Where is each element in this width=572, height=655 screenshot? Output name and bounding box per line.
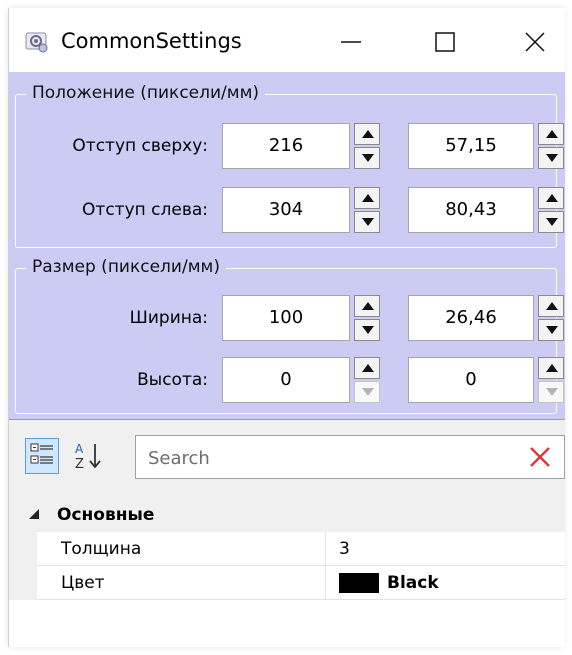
top-offset-mm-up-button[interactable] [538, 123, 564, 145]
category-row[interactable]: Основные [9, 498, 565, 532]
height-label: Высота: [137, 370, 208, 390]
left-offset-pixels-input[interactable]: 304 [222, 187, 350, 233]
left-offset-mm-input[interactable]: 80,43 [408, 187, 534, 233]
arrow-up-icon [362, 364, 374, 372]
height-pixels-down-button[interactable] [354, 381, 380, 403]
height-mm-spinner [538, 357, 564, 403]
width-pixels-spinner [354, 295, 380, 341]
left-offset-pixels-spinner [354, 187, 380, 233]
svg-text:Z: Z [75, 457, 84, 472]
width-label: Ширина: [129, 308, 208, 328]
gear-app-icon [25, 30, 49, 54]
height-mm-down-button[interactable] [538, 381, 564, 403]
maximize-button[interactable] [415, 20, 475, 64]
width-pixels-down-button[interactable] [354, 319, 380, 341]
arrow-up-icon [362, 194, 374, 202]
arrow-down-icon [546, 388, 558, 396]
categorized-view-button[interactable] [25, 438, 59, 474]
left-offset-label: Отступ слева: [82, 200, 208, 220]
arrow-up-icon [362, 130, 374, 138]
arrow-down-icon [362, 326, 374, 334]
width-mm-up-button[interactable] [538, 295, 564, 317]
arrow-down-icon [362, 218, 374, 226]
arrow-up-icon [362, 302, 374, 310]
top-offset-pixels-down-button[interactable] [354, 147, 380, 169]
search-box [135, 435, 565, 479]
left-offset-pixels-down-button[interactable] [354, 211, 380, 233]
arrow-up-icon [546, 194, 558, 202]
arrow-down-icon [362, 388, 374, 396]
property-grid-gutter [9, 532, 37, 600]
property-value[interactable]: 3 [339, 537, 350, 561]
arrow-up-icon [546, 130, 558, 138]
settings-panel: Положение (пиксели/мм) Отступ сверху: 21… [9, 72, 565, 420]
width-pixels-input[interactable]: 100 [222, 295, 350, 341]
arrow-up-icon [546, 302, 558, 310]
property-name: Цвет [61, 573, 105, 593]
title-bar[interactable]: CommonSettings [9, 8, 565, 72]
color-swatch [339, 573, 379, 593]
top-offset-label: Отступ сверху: [72, 136, 208, 156]
search-input[interactable] [146, 442, 520, 474]
window-title: CommonSettings [61, 29, 242, 53]
width-mm-down-button[interactable] [538, 319, 564, 341]
close-icon [525, 32, 545, 52]
sort-az-icon: A Z [75, 442, 101, 472]
position-group-legend: Положение (пиксели/мм) [26, 81, 266, 105]
position-group: Положение (пиксели/мм) Отступ сверху: 21… [15, 81, 564, 248]
alphabetical-sort-button[interactable]: A Z [69, 438, 109, 474]
clear-search-icon[interactable] [528, 445, 552, 469]
common-settings-window: CommonSettings Положение (пиксели/мм) От… [8, 8, 565, 647]
property-grid: Основные Толщина 3 Цвет Black [9, 498, 565, 647]
property-grid-toolbar: A Z [9, 420, 565, 498]
top-offset-mm-spinner [538, 123, 564, 169]
size-group-legend: Размер (пиксели/мм) [26, 255, 226, 279]
category-label: Основные [57, 505, 155, 525]
arrow-down-icon [546, 326, 558, 334]
arrow-down-icon [546, 154, 558, 162]
property-row-thickness[interactable]: Толщина 3 [37, 532, 565, 566]
height-mm-up-button[interactable] [538, 357, 564, 379]
height-mm-input[interactable]: 0 [408, 357, 534, 403]
width-mm-input[interactable]: 26,46 [408, 295, 534, 341]
minimize-button[interactable] [321, 20, 381, 64]
arrow-up-icon [546, 364, 558, 372]
height-pixels-input[interactable]: 0 [222, 357, 350, 403]
size-group: Размер (пиксели/мм) Ширина: 100 26,46 Вы… [15, 255, 564, 414]
left-offset-mm-spinner [538, 187, 564, 233]
top-offset-pixels-spinner [354, 123, 380, 169]
width-pixels-up-button[interactable] [354, 295, 380, 317]
left-offset-pixels-up-button[interactable] [354, 187, 380, 209]
property-row-color[interactable]: Цвет Black [37, 566, 565, 600]
property-value[interactable]: Black [387, 571, 439, 595]
height-pixels-up-button[interactable] [354, 357, 380, 379]
collapse-triangle-icon[interactable] [29, 509, 39, 519]
height-pixels-spinner [354, 357, 380, 403]
maximize-icon [435, 32, 455, 52]
column-divider [325, 532, 326, 566]
property-name: Толщина [61, 539, 142, 559]
left-offset-mm-up-button[interactable] [538, 187, 564, 209]
top-offset-pixels-up-button[interactable] [354, 123, 380, 145]
arrow-down-icon [362, 154, 374, 162]
close-button[interactable] [505, 20, 565, 64]
column-divider [325, 566, 326, 600]
minimize-icon [341, 41, 361, 43]
top-offset-mm-down-button[interactable] [538, 147, 564, 169]
top-offset-mm-input[interactable]: 57,15 [408, 123, 534, 169]
top-offset-pixels-input[interactable]: 216 [222, 123, 350, 169]
left-offset-mm-down-button[interactable] [538, 211, 564, 233]
categorized-icon [30, 443, 53, 464]
svg-text:A: A [75, 442, 84, 456]
arrow-down-icon [546, 218, 558, 226]
width-mm-spinner [538, 295, 564, 341]
